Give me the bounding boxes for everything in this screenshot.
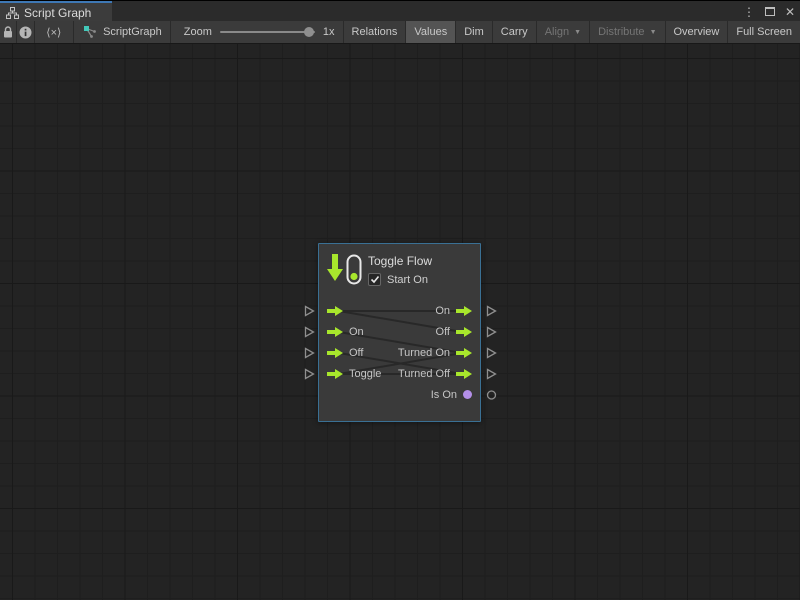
input-port-off[interactable]: Off: [327, 342, 363, 363]
relations-button[interactable]: Relations: [344, 21, 407, 43]
flow-port-icon: [456, 327, 472, 337]
breadcrumb[interactable]: ScriptGraph: [74, 21, 171, 43]
value-port-icon: [463, 390, 472, 399]
external-flow-port[interactable]: [486, 326, 497, 338]
full-screen-button-label: Full Screen: [736, 26, 792, 38]
script-graph-window: Script Graph ⋮ ✕ ⟨×⟩: [0, 0, 800, 600]
dim-button-label: Dim: [464, 26, 484, 38]
zoom-slider-handle[interactable]: [304, 27, 314, 37]
flow-port-icon: [327, 306, 343, 316]
output-port-is-on[interactable]: Is On: [431, 384, 472, 405]
dim-button[interactable]: Dim: [456, 21, 493, 43]
node-title: Toggle Flow: [368, 254, 432, 269]
breadcrumb-label: ScriptGraph: [103, 26, 162, 38]
lock-button[interactable]: [0, 21, 17, 43]
code-icon: ⟨×⟩: [46, 26, 61, 39]
chevron-down-icon: ▼: [574, 29, 581, 36]
external-flow-port[interactable]: [304, 368, 315, 380]
align-dropdown[interactable]: Align ▼: [537, 21, 590, 43]
port-label: Is On: [431, 389, 457, 401]
tab-label: Script Graph: [24, 6, 91, 20]
flow-port-icon: [327, 327, 343, 337]
zoom-label: Zoom: [184, 26, 212, 38]
start-on-label: Start On: [387, 274, 428, 286]
flow-port-icon: [456, 369, 472, 379]
external-flow-port[interactable]: [486, 305, 497, 317]
port-row: Toggle Turned Off: [319, 363, 480, 384]
node-titleblock: Toggle Flow Start On: [368, 252, 432, 288]
distribute-dropdown[interactable]: Distribute ▼: [590, 21, 665, 43]
start-on-setting: Start On: [368, 273, 432, 286]
full-screen-button[interactable]: Full Screen: [728, 21, 800, 43]
port-row: Is On: [319, 384, 480, 405]
titlebar: Script Graph ⋮ ✕: [0, 0, 800, 21]
flow-port-icon: [327, 369, 343, 379]
kebab-menu-icon[interactable]: ⋮: [743, 6, 755, 18]
output-port-turned-off[interactable]: Turned Off: [398, 363, 472, 384]
output-port-turned-on[interactable]: Turned On: [398, 342, 472, 363]
check-icon: [370, 275, 380, 284]
flow-port-icon: [327, 348, 343, 358]
zoom-value: 1x: [323, 26, 335, 38]
port-row: Off Turned On: [319, 342, 480, 363]
external-flow-port[interactable]: [486, 347, 497, 359]
carry-button-label: Carry: [501, 26, 528, 38]
values-button-label: Values: [414, 26, 447, 38]
port-label: On: [435, 305, 450, 317]
align-dropdown-label: Align: [545, 26, 569, 38]
flow-port-icon: [456, 306, 472, 316]
overview-button[interactable]: Overview: [666, 21, 729, 43]
external-flow-port[interactable]: [304, 326, 315, 338]
port-label: Off: [349, 347, 363, 359]
graph-toolbar: ⟨×⟩ ScriptGraph Zoom 1x Relations Values: [0, 21, 800, 44]
zoom-slider[interactable]: [220, 31, 315, 33]
port-label: Turned On: [398, 347, 450, 359]
input-port-toggle[interactable]: Toggle: [327, 363, 381, 384]
info-icon: [19, 26, 32, 39]
port-label: On: [349, 326, 364, 338]
port-label: Off: [436, 326, 450, 338]
toggle-flow-icon: [326, 252, 362, 288]
close-icon[interactable]: ✕: [785, 6, 795, 18]
window-controls: ⋮ ✕: [743, 1, 795, 22]
tab-script-graph[interactable]: Script Graph: [0, 1, 112, 22]
info-button[interactable]: [17, 21, 34, 43]
chevron-down-icon: ▼: [650, 29, 657, 36]
script-graph-icon: [83, 25, 97, 39]
overview-button-label: Overview: [674, 26, 720, 38]
external-flow-port[interactable]: [304, 347, 315, 359]
code-view-button[interactable]: ⟨×⟩: [35, 21, 75, 43]
zoom-control-group: Zoom 1x: [171, 21, 344, 43]
node-toggle-flow[interactable]: Toggle Flow Start On: [318, 243, 481, 422]
external-value-port[interactable]: [486, 389, 497, 401]
start-on-checkbox[interactable]: [368, 273, 381, 286]
flow-port-icon: [456, 348, 472, 358]
maximize-icon[interactable]: [765, 7, 775, 16]
relations-button-label: Relations: [352, 26, 398, 38]
input-port-enter[interactable]: [327, 300, 349, 321]
carry-button[interactable]: Carry: [493, 21, 537, 43]
input-port-on[interactable]: On: [327, 321, 364, 342]
external-flow-port[interactable]: [304, 305, 315, 317]
output-port-on[interactable]: On: [435, 300, 472, 321]
output-port-off[interactable]: Off: [436, 321, 472, 342]
port-row: On: [319, 300, 480, 321]
graph-hierarchy-icon: [6, 7, 19, 19]
values-button[interactable]: Values: [406, 21, 456, 43]
lock-icon: [2, 26, 14, 39]
node-header: Toggle Flow Start On: [326, 252, 476, 288]
external-flow-port[interactable]: [486, 368, 497, 380]
distribute-dropdown-label: Distribute: [598, 26, 644, 38]
port-label: Turned Off: [398, 368, 450, 380]
port-label: Toggle: [349, 368, 381, 380]
port-row: On Off: [319, 321, 480, 342]
graph-canvas[interactable]: Toggle Flow Start On: [0, 44, 800, 600]
